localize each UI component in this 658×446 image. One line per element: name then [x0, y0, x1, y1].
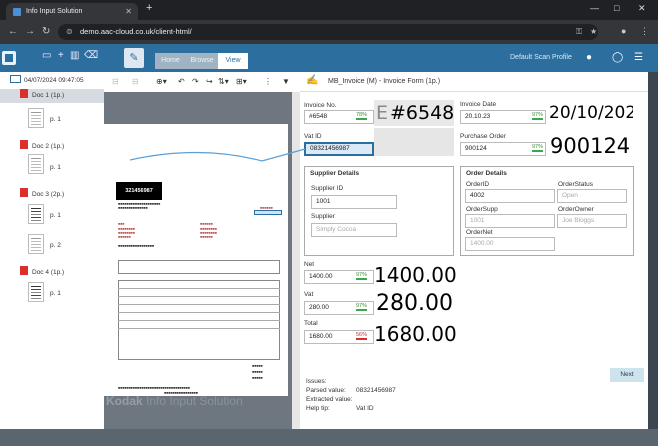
- connector-line: [129, 148, 306, 162]
- screen: Info Input Solution ✕ + — □ ✕ ← → ↻ ⊜ de…: [0, 0, 658, 446]
- bottom-bar: [0, 429, 658, 446]
- field-link-connector: [129, 148, 306, 162]
